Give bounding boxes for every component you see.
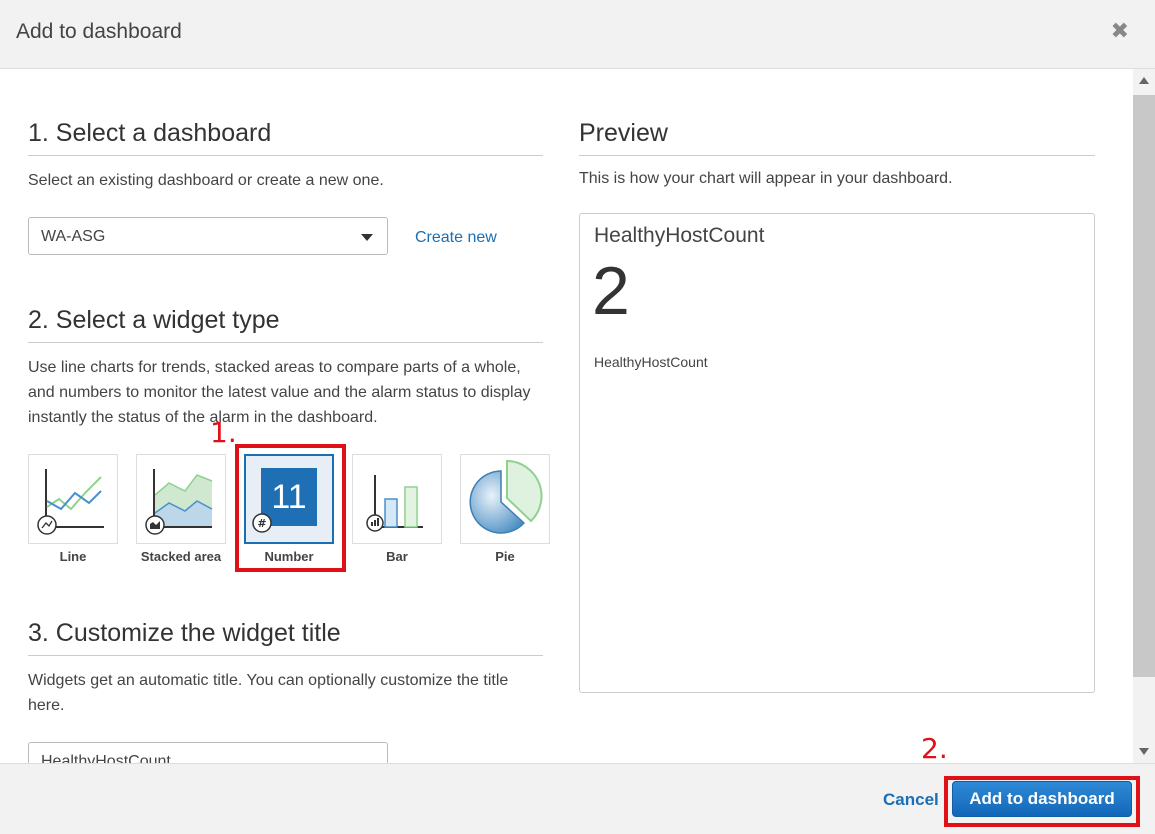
pie-chart-icon [469,459,543,534]
divider [28,655,543,656]
section-description: Widgets get an automatic title. You can … [28,672,509,714]
annotation-box-add-button [944,776,1140,827]
preview-description: This is how your chart will appear in yo… [579,170,953,187]
bar-chart-icon [366,475,423,532]
annotation-box-number [235,444,346,572]
widget-type-label: Bar [386,549,408,564]
create-new-link[interactable]: Create new [415,229,497,247]
line-chart-icon [37,469,104,535]
section-heading-select-dashboard: 1. Select a dashboard [28,119,272,147]
divider [28,155,543,156]
divider [579,155,1095,156]
widget-type-line[interactable]: Line [28,454,118,564]
preview-widget-title: HealthyHostCount [594,224,765,247]
preview-widget: HealthyHostCount 2 HealthyHostCount [579,213,1095,693]
widget-type-label: Pie [495,549,515,564]
widget-type-label: Line [59,549,87,564]
preview-widget-value: 2 [592,253,630,329]
preview-heading: Preview [579,119,668,147]
vertical-scrollbar[interactable] [1133,69,1155,763]
dialog-header: Add to dashboard ✖ [0,0,1155,69]
section-heading-widget-title: 3. Customize the widget title [28,619,341,647]
section-heading-widget-type: 2. Select a widget type [28,306,280,334]
scroll-up-icon[interactable] [1139,77,1149,84]
stacked-area-icon [145,469,213,535]
section-description: Select an existing dashboard or create a… [28,172,384,189]
annotation-label-2: 2. [921,732,948,765]
dialog-title: Add to dashboard [16,20,182,43]
close-icon[interactable]: ✖ [1111,20,1129,42]
widget-type-stacked-area[interactable]: Stacked area [136,454,226,564]
scroll-down-icon[interactable] [1139,748,1149,755]
dashboard-select-value: WA-ASG [41,228,106,245]
dialog-body: 1. Select a dashboard Select an existing… [0,69,1133,763]
scrollbar-thumb[interactable] [1133,95,1155,677]
widget-title-input-value: HealthyHostCount [41,753,171,763]
dashboard-select[interactable]: WA-ASG [28,217,388,255]
caret-down-icon [361,234,373,241]
widget-type-label: Stacked area [140,549,222,564]
widget-title-input[interactable]: HealthyHostCount [28,742,388,763]
section-description: Use line charts for trends, stacked area… [28,359,531,426]
widget-type-bar[interactable]: Bar [352,454,442,564]
widget-type-pie[interactable]: Pie [460,454,550,564]
cancel-button[interactable]: Cancel [883,790,939,810]
divider [28,342,543,343]
annotation-label-1: 1. [210,416,237,449]
preview-metric-label: HealthyHostCount [594,354,708,370]
